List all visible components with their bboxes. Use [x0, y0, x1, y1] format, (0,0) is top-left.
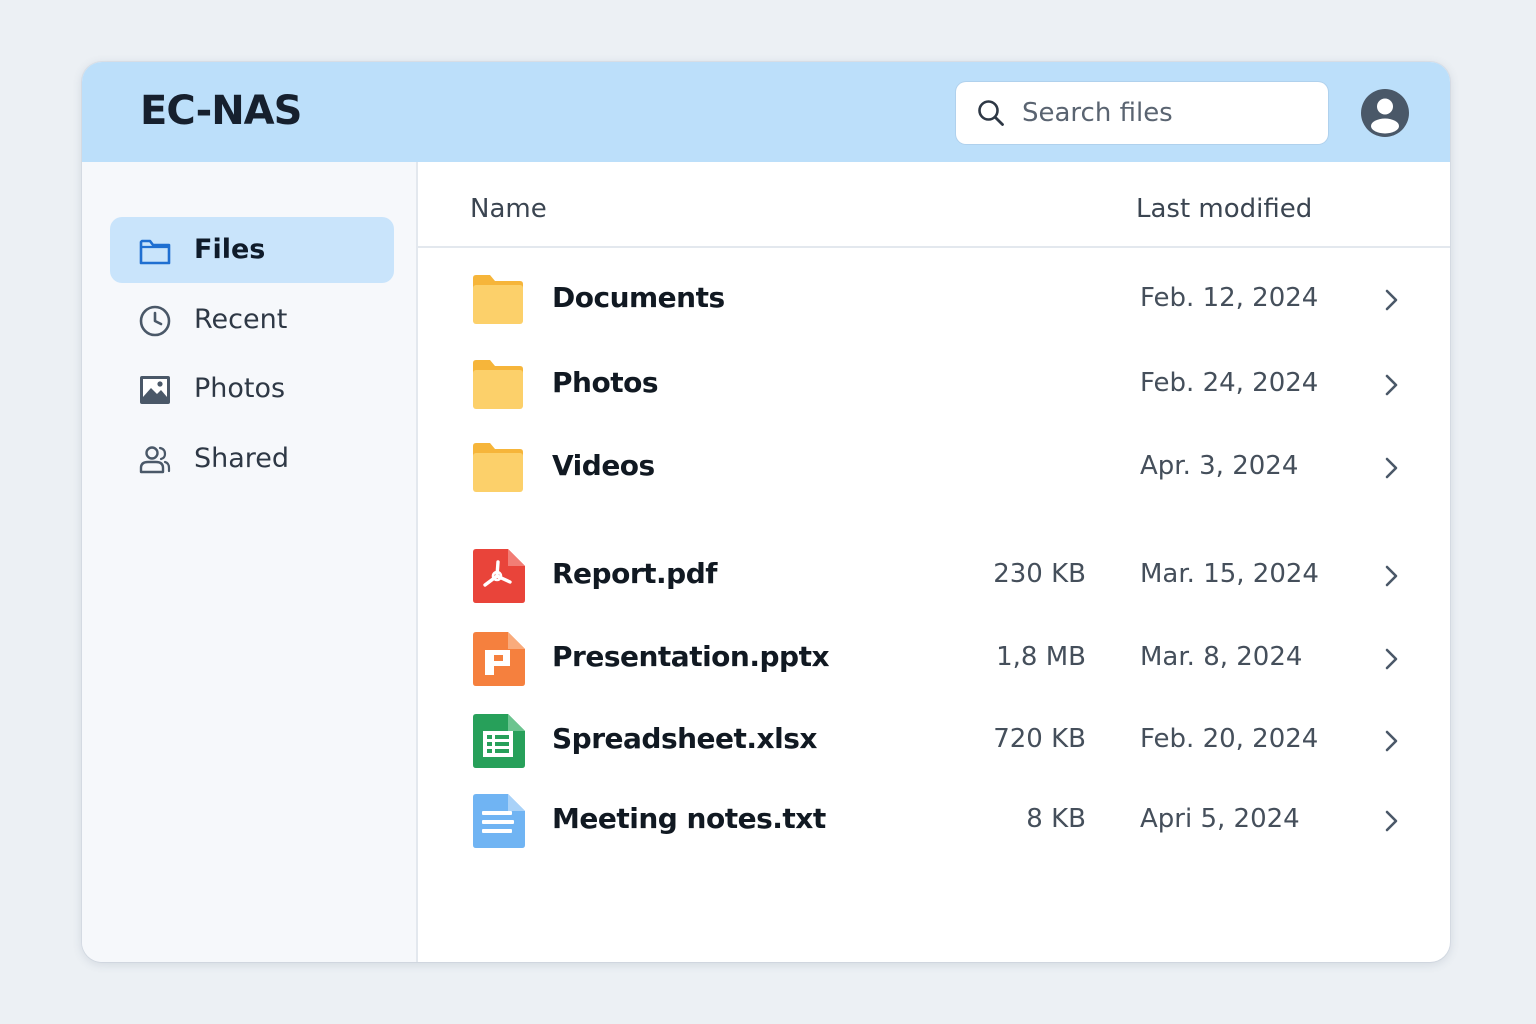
app-window: EC-NAS Files Recen [82, 62, 1450, 962]
sidebar-item-label: Photos [194, 373, 286, 404]
table-row[interactable]: Documents Feb. 12, 2024 [418, 265, 1450, 335]
presentation-file-icon [473, 632, 525, 686]
sidebar-item-files[interactable]: Files [110, 217, 394, 283]
clock-icon [139, 305, 171, 337]
search-box[interactable] [956, 82, 1328, 144]
sidebar-item-label: Shared [194, 443, 290, 474]
file-modified-date: Apr. 3, 2024 [1140, 451, 1299, 481]
search-icon [978, 100, 1004, 126]
sidebar-item-label: Files [194, 234, 266, 265]
folder-icon [473, 360, 523, 409]
chevron-right-icon[interactable] [1378, 646, 1404, 672]
file-name: Documents [552, 281, 725, 314]
file-name: Photos [552, 366, 658, 399]
users-icon [139, 446, 171, 474]
chevron-right-icon[interactable] [1378, 808, 1404, 834]
file-size: 1,8 MB [996, 642, 1086, 672]
file-modified-date: Feb. 12, 2024 [1140, 283, 1319, 313]
file-name: Spreadsheet.xlsx [552, 722, 817, 755]
table-row[interactable]: Videos Apr. 3, 2024 [418, 433, 1450, 503]
file-name: Presentation.pptx [552, 640, 830, 673]
chevron-right-icon[interactable] [1378, 728, 1404, 754]
user-avatar-icon[interactable] [1360, 88, 1410, 138]
file-modified-date: Feb. 20, 2024 [1140, 724, 1319, 754]
search-input[interactable] [1022, 92, 1312, 134]
app-title: EC-NAS [140, 88, 302, 134]
column-header-name[interactable]: Name [470, 194, 547, 224]
file-name: Report.pdf [552, 557, 717, 590]
table-row[interactable]: Spreadsheet.xlsx 720 KB Feb. 20, 2024 [418, 706, 1450, 776]
file-size: 8 KB [1026, 804, 1086, 834]
table-row[interactable]: Presentation.pptx 1,8 MB Mar. 8, 2024 [418, 624, 1450, 694]
text-file-icon [473, 794, 525, 848]
sidebar-item-shared[interactable]: Shared [110, 426, 394, 492]
table-row[interactable]: Report.pdf 230 KB Mar. 15, 2024 [418, 541, 1450, 611]
spreadsheet-file-icon [473, 714, 525, 768]
table-row[interactable]: Photos Feb. 24, 2024 [418, 350, 1450, 420]
chevron-right-icon[interactable] [1378, 287, 1404, 313]
file-list: Name Last modified Documents Feb. 12, 20… [418, 162, 1450, 962]
file-size: 720 KB [993, 724, 1086, 754]
sidebar-item-recent[interactable]: Recent [110, 287, 394, 353]
chevron-right-icon[interactable] [1378, 455, 1404, 481]
table-row[interactable]: Meeting notes.txt 8 KB Apri 5, 2024 [418, 786, 1450, 856]
file-size: 230 KB [993, 559, 1086, 589]
file-modified-date: Apri 5, 2024 [1140, 804, 1300, 834]
sidebar-item-label: Recent [194, 304, 288, 335]
folder-icon [139, 239, 171, 265]
pdf-file-icon [473, 549, 525, 603]
header: EC-NAS [82, 62, 1450, 162]
file-modified-date: Feb. 24, 2024 [1140, 368, 1319, 398]
file-name: Videos [552, 449, 655, 482]
chevron-right-icon[interactable] [1378, 372, 1404, 398]
folder-icon [473, 275, 523, 324]
file-modified-date: Mar. 15, 2024 [1140, 559, 1319, 589]
folder-icon [473, 443, 523, 492]
column-header-last-modified[interactable]: Last modified [1136, 194, 1312, 224]
sidebar: Files Recent Photos Shared [82, 162, 418, 962]
image-icon [140, 376, 170, 404]
file-modified-date: Mar. 8, 2024 [1140, 642, 1303, 672]
sidebar-item-photos[interactable]: Photos [110, 356, 394, 422]
file-name: Meeting notes.txt [552, 802, 826, 835]
header-divider [418, 246, 1450, 248]
chevron-right-icon[interactable] [1378, 563, 1404, 589]
